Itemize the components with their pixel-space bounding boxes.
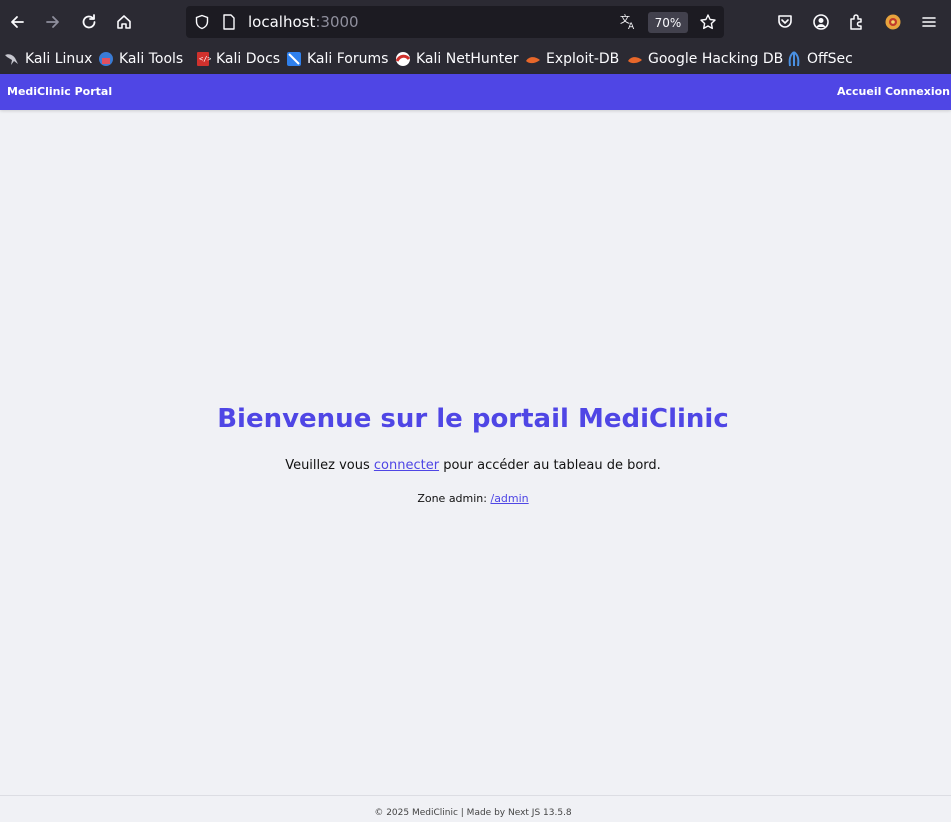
- brand-logo[interactable]: MediClinic Portal: [7, 85, 112, 98]
- account-icon: [813, 14, 829, 30]
- browser-chrome: localhost:3000 文A 70% Kali Linux Kali To…: [0, 0, 951, 74]
- url-host: localhost: [248, 13, 316, 31]
- extension-fox-button[interactable]: [878, 7, 908, 37]
- kali-docs-icon: </>: [197, 52, 211, 66]
- admin-label: Zone admin:: [417, 492, 491, 505]
- reload-icon: [82, 14, 96, 29]
- shield-icon[interactable]: [192, 12, 212, 32]
- browser-toolbar: localhost:3000 文A 70%: [0, 0, 951, 44]
- account-button[interactable]: [806, 7, 836, 37]
- offsec-icon: [788, 51, 800, 67]
- back-button[interactable]: [2, 7, 32, 37]
- forward-button[interactable]: [38, 7, 68, 37]
- admin-text: Zone admin: /admin: [0, 492, 946, 505]
- home-button[interactable]: [109, 7, 139, 37]
- bookmark-label: Google Hacking DB: [648, 51, 784, 67]
- ghdb-icon: [628, 57, 642, 64]
- main-content: Bienvenue sur le portail MediClinic Veui…: [0, 110, 951, 795]
- intro-after: pour accéder au tableau de bord.: [439, 458, 661, 473]
- bookmark-kali-docs[interactable]: </> Kali Docs: [195, 48, 280, 70]
- pocket-button[interactable]: [770, 7, 800, 37]
- svg-text:A: A: [628, 22, 635, 31]
- bookmarks-bar: Kali Linux Kali Tools </> Kali Docs Kali…: [0, 44, 951, 74]
- kali-tools-icon: [99, 52, 113, 66]
- translate-icon[interactable]: 文A: [618, 12, 638, 32]
- forward-arrow-icon: [46, 16, 59, 28]
- kali-forums-icon: [287, 52, 301, 66]
- bookmark-label: Kali Docs: [216, 51, 281, 67]
- bookmark-label: Kali Tools: [119, 51, 184, 67]
- nethunter-icon: [395, 52, 411, 66]
- bookmark-google-hacking-db[interactable]: Google Hacking DB: [627, 48, 783, 70]
- bookmark-kali-nethunter[interactable]: Kali NetHunter: [395, 48, 518, 70]
- page-icon[interactable]: [219, 12, 239, 32]
- bookmark-offsec[interactable]: OffSec: [786, 48, 853, 70]
- bookmark-label: Kali Forums: [307, 51, 389, 67]
- home-icon: [117, 15, 131, 29]
- back-arrow-icon: [11, 16, 24, 28]
- zoom-level-button[interactable]: 70%: [648, 12, 688, 33]
- puzzle-icon: [850, 14, 862, 30]
- url-port: :3000: [315, 13, 359, 31]
- footer: © 2025 MediClinic | Made by Next JS 13.5…: [0, 795, 951, 822]
- bookmark-kali-forums[interactable]: Kali Forums: [286, 48, 388, 70]
- hamburger-icon: [922, 17, 936, 27]
- app-navbar: MediClinic Portal Accueil Connexion: [0, 74, 951, 110]
- bookmark-kali-linux[interactable]: Kali Linux: [4, 48, 92, 70]
- bookmark-exploit-db[interactable]: Exploit-DB: [525, 48, 619, 70]
- connect-link[interactable]: connecter: [374, 458, 439, 473]
- exploit-db-icon: [526, 57, 540, 64]
- bookmark-kali-tools[interactable]: Kali Tools: [98, 48, 183, 70]
- bookmark-label: Kali NetHunter: [416, 51, 519, 67]
- nav-link-login[interactable]: Connexion: [885, 85, 950, 98]
- admin-link[interactable]: /admin: [490, 492, 528, 505]
- extensions-button[interactable]: [842, 7, 872, 37]
- fox-extension-icon: [885, 14, 901, 30]
- url-text[interactable]: localhost:3000: [248, 13, 359, 31]
- reload-button[interactable]: [74, 7, 104, 37]
- menu-button[interactable]: [914, 7, 944, 37]
- intro-text: Veuillez vous connecter pour accéder au …: [0, 458, 946, 473]
- page-title: Bienvenue sur le portail MediClinic: [217, 404, 729, 434]
- kali-dragon-icon: [5, 54, 18, 65]
- pocket-icon: [778, 15, 792, 28]
- intro-before: Veuillez vous: [285, 458, 374, 473]
- url-bar[interactable]: localhost:3000 文A 70%: [186, 6, 724, 38]
- bookmark-label: OffSec: [807, 51, 853, 67]
- bookmark-label: Kali Linux: [25, 51, 93, 67]
- footer-text: © 2025 MediClinic | Made by Next JS 13.5…: [374, 808, 572, 818]
- bookmark-label: Exploit-DB: [546, 51, 620, 67]
- svg-text:</>: </>: [199, 55, 211, 63]
- bookmark-star-icon[interactable]: [698, 12, 718, 32]
- nav-link-home[interactable]: Accueil: [837, 85, 881, 98]
